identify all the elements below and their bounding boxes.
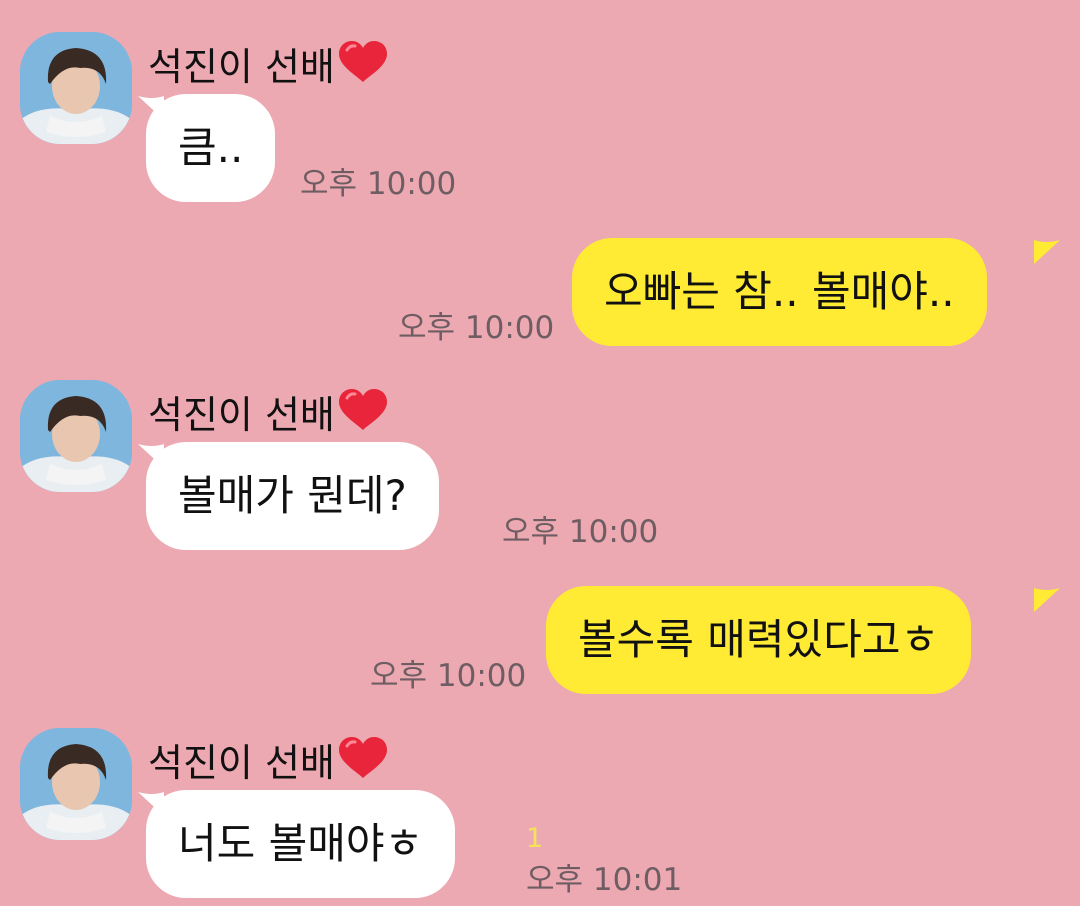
message-timestamp: 오후 10:01 [526, 862, 683, 898]
chat-message-list[interactable]: 석진이 선배 큼.. 오후 10:00 오빠는 참.. 볼매야.. 오후 10:… [0, 0, 1080, 906]
bubble-tail [1034, 588, 1060, 612]
message-timestamp: 오후 10:00 [502, 514, 659, 550]
message-timestamp: 오후 10:00 [398, 310, 555, 346]
sender-name: 석진이 선배 [148, 736, 389, 789]
bubble-tail [1034, 240, 1060, 264]
unread-count: 1 [526, 823, 544, 854]
sender-name: 석진이 선배 [148, 40, 389, 93]
message-bubble[interactable]: 너도 볼매야ㅎ [146, 790, 456, 898]
heart-icon [337, 388, 389, 441]
message-bubble[interactable]: 오빠는 참.. 볼매야.. [572, 238, 987, 346]
message-bubble[interactable]: 볼매가 뭔데? [146, 442, 439, 550]
message-bubble[interactable]: 큼.. [146, 94, 276, 202]
heart-icon [337, 40, 389, 93]
avatar-photo-icon [20, 380, 132, 492]
message-timestamp: 오후 10:00 [370, 658, 527, 694]
sender-avatar[interactable] [20, 380, 132, 492]
message-timestamp: 오후 10:00 [300, 166, 457, 202]
heart-icon [337, 736, 389, 789]
avatar-photo-icon [20, 728, 132, 840]
sender-avatar[interactable] [20, 728, 132, 840]
avatar-photo-icon [20, 32, 132, 144]
message-bubble[interactable]: 볼수록 매력있다고ㅎ [546, 586, 972, 694]
sender-name: 석진이 선배 [148, 388, 389, 441]
sender-avatar[interactable] [20, 32, 132, 144]
